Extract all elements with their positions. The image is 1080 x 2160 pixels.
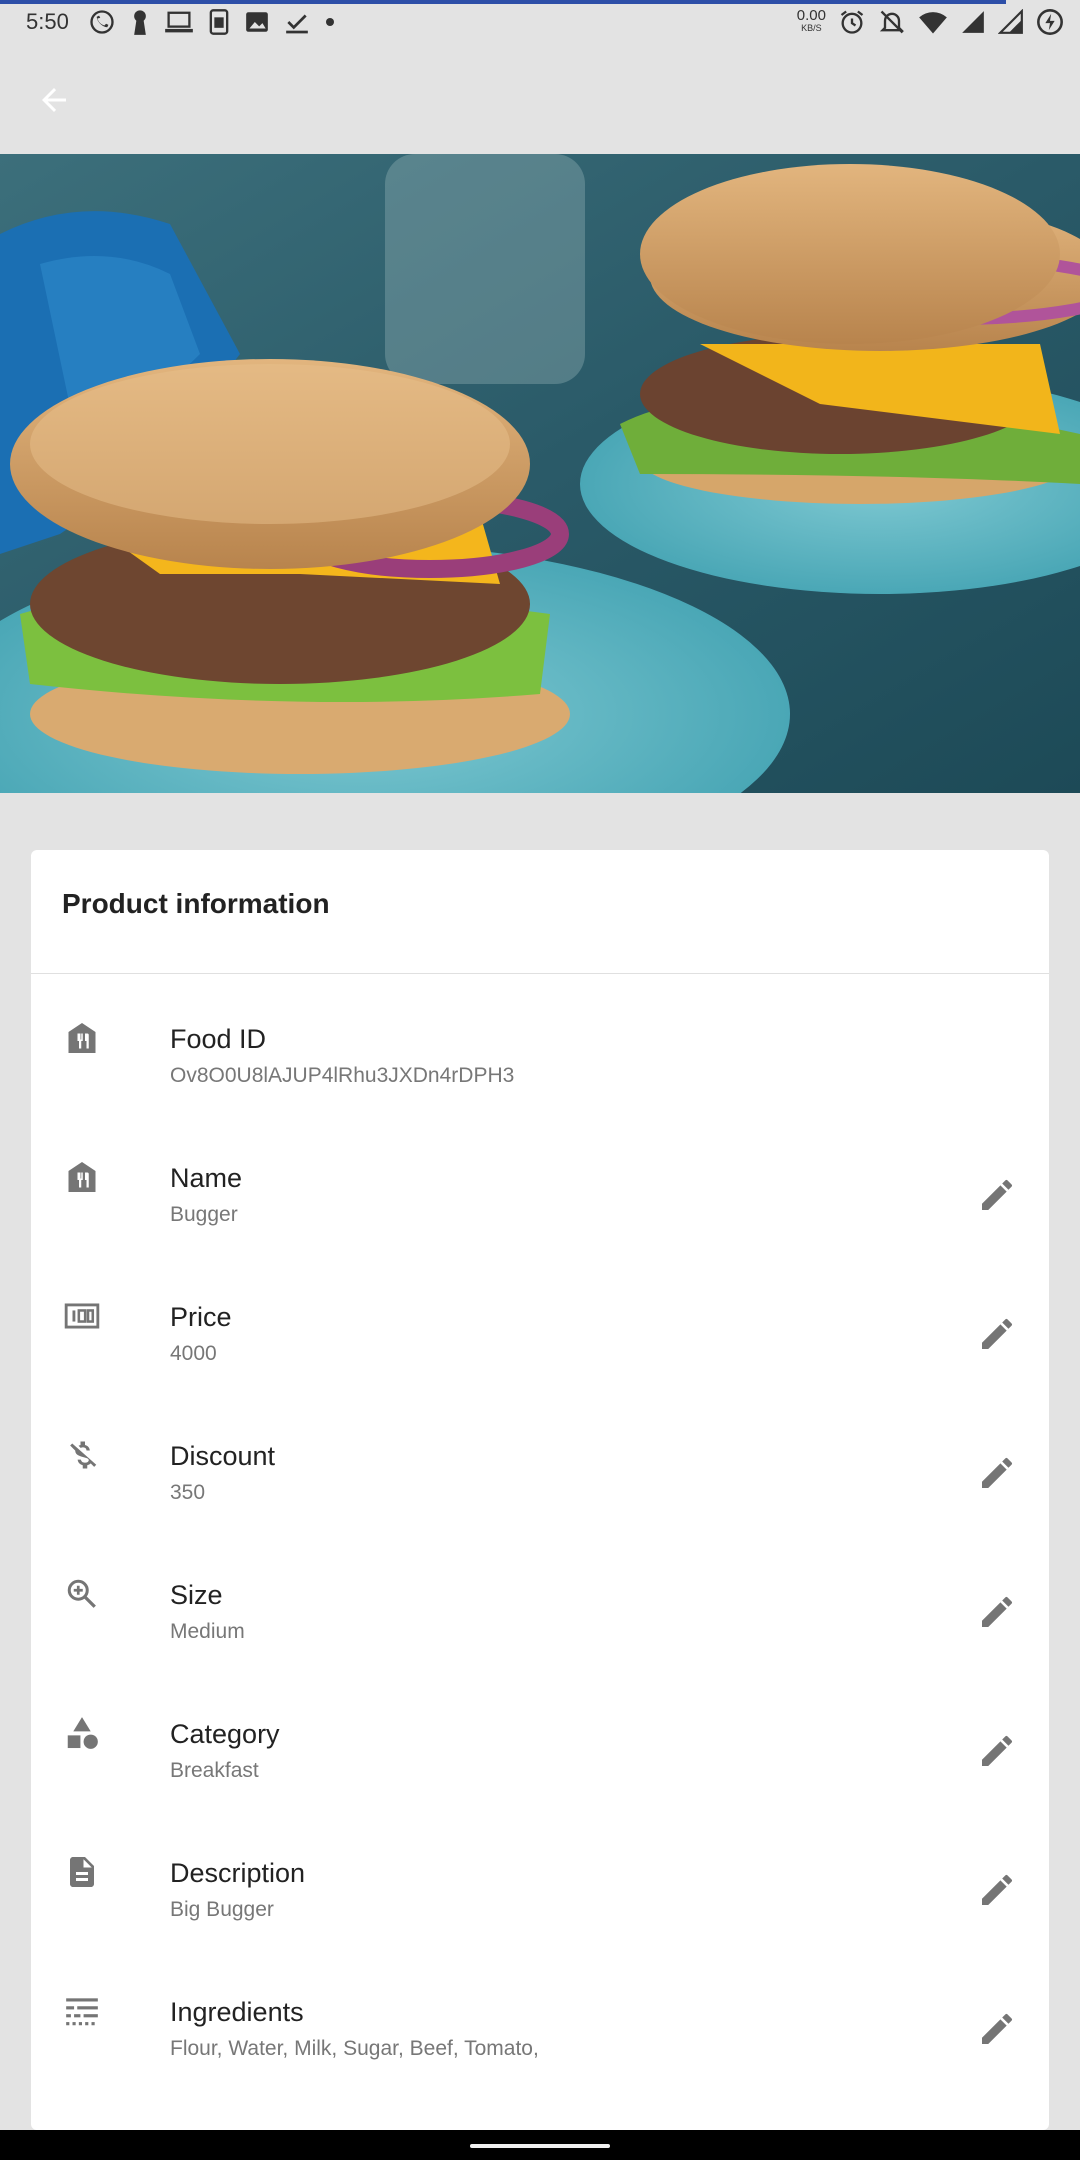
money-icon	[62, 1296, 102, 1336]
product-info-card: Product information Food ID Ov8O0U8lAJUP…	[31, 850, 1049, 2130]
category-icon	[62, 1713, 102, 1753]
system-icons: 0.00 KB/S	[797, 8, 1064, 36]
row-value: Bugger	[170, 1203, 238, 1226]
ingredients-icon	[62, 1991, 102, 2031]
row-label: Discount	[170, 1441, 276, 1471]
status-bar: 5:50 0.00 KB/S	[0, 0, 1080, 46]
checkbox-icon	[286, 14, 308, 34]
edit-category-button[interactable]	[973, 1727, 1021, 1775]
info-row-category: Category Breakfast	[31, 1669, 1049, 1808]
info-row-discount: Discount 350	[31, 1391, 1049, 1530]
app-bar	[0, 46, 1080, 154]
row-value: Medium	[170, 1620, 245, 1643]
row-label: Category	[170, 1719, 280, 1749]
signal-icon	[962, 11, 984, 33]
row-value: Flour, Water, Milk, Sugar, Beef, Tomato,	[170, 2037, 539, 2060]
info-row-ingredients: Ingredients Flour, Water, Milk, Sugar, B…	[31, 1947, 1049, 2086]
pencil-icon	[982, 1457, 1012, 1488]
pencil-icon	[982, 1874, 1012, 1905]
row-label: Ingredients	[170, 1997, 304, 2027]
sim-icon	[209, 9, 229, 35]
whatsapp-icon	[90, 10, 114, 34]
zoom-in-icon	[62, 1574, 102, 1614]
edit-discount-button[interactable]	[973, 1449, 1021, 1497]
dot-icon	[326, 18, 334, 26]
info-row-food-id: Food ID Ov8O0U8lAJUP4lRhu3JXDn4rDPH3	[31, 974, 1049, 1113]
edit-size-button[interactable]	[973, 1588, 1021, 1636]
net-speed: 0.00 KB/S	[796, 7, 826, 34]
info-row-size: Size Medium	[31, 1530, 1049, 1669]
row-label: Food ID	[170, 1024, 267, 1054]
row-label: Name	[170, 1163, 243, 1193]
card-title: Product information	[62, 888, 330, 919]
alarm-icon	[840, 10, 864, 34]
edit-description-button[interactable]	[973, 1866, 1021, 1914]
pencil-icon	[982, 1596, 1012, 1627]
back-button[interactable]	[28, 74, 80, 126]
edit-ingredients-button[interactable]	[973, 2005, 1021, 2053]
net-speed-value: 0.00	[796, 7, 826, 24]
laptop-icon	[165, 11, 193, 33]
row-value: 4000	[170, 1342, 217, 1365]
food-store-icon	[62, 1018, 102, 1058]
food-store-icon	[62, 1157, 102, 1197]
battery-icon	[1037, 9, 1063, 35]
row-label: Size	[170, 1580, 223, 1610]
status-time: 5:50	[26, 9, 69, 34]
row-label: Description	[170, 1858, 306, 1888]
keyhole-icon	[134, 10, 146, 35]
home-gesture-handle[interactable]	[470, 2144, 610, 2148]
row-label: Price	[170, 1302, 232, 1332]
product-image	[0, 154, 1080, 793]
pencil-icon	[982, 1318, 1012, 1349]
row-value: Big Bugger	[170, 1898, 274, 1921]
roaming-signal-icon	[998, 9, 1023, 34]
bell-off-icon	[879, 10, 905, 34]
row-value: Breakfast	[170, 1759, 259, 1782]
edit-name-button[interactable]	[973, 1171, 1021, 1219]
arrow-back-icon	[42, 88, 66, 112]
info-row-description: Description Big Bugger	[31, 1808, 1049, 1947]
card-header: Product information	[31, 850, 1049, 974]
wifi-icon	[919, 12, 947, 34]
info-row-price: Price 4000	[31, 1252, 1049, 1391]
pencil-icon	[982, 1735, 1012, 1766]
pencil-icon	[982, 1179, 1012, 1210]
system-nav-bar	[0, 2130, 1080, 2160]
money-off-icon	[62, 1435, 102, 1475]
pencil-icon	[982, 2013, 1012, 2044]
image-icon	[246, 12, 268, 32]
info-row-name: Name Bugger	[31, 1113, 1049, 1252]
net-speed-unit: KB/S	[801, 23, 822, 33]
edit-price-button[interactable]	[973, 1310, 1021, 1358]
description-icon	[62, 1852, 102, 1892]
row-value: 350	[170, 1481, 206, 1504]
loading-progress-bar	[0, 0, 1006, 4]
row-value: Ov8O0U8lAJUP4lRhu3JXDn4rDPH3	[170, 1064, 515, 1087]
notification-icons	[88, 8, 336, 36]
